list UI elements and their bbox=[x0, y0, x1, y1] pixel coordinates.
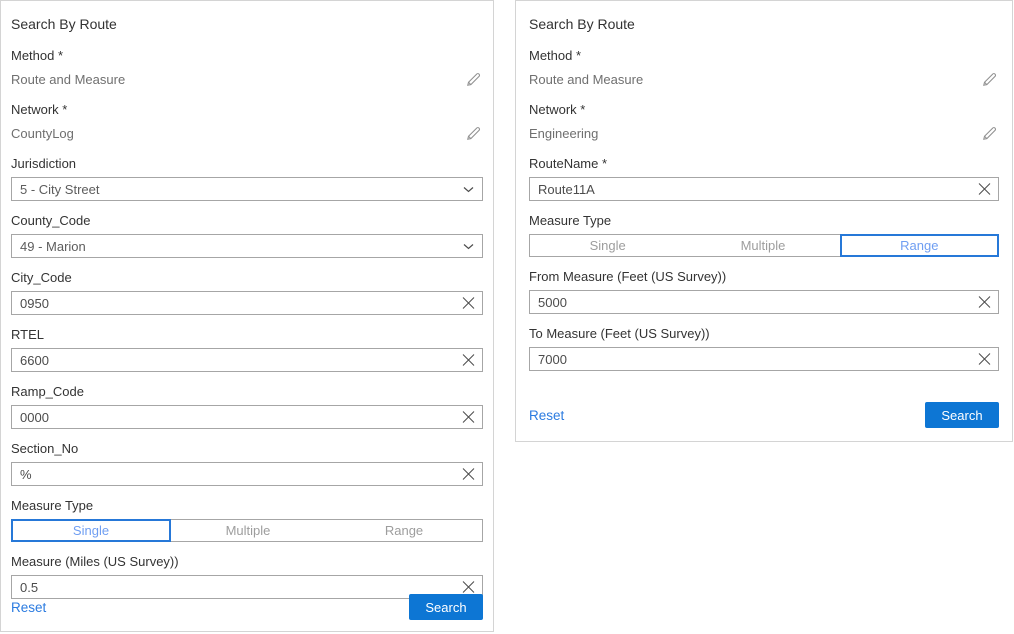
ramp-code-input[interactable] bbox=[11, 405, 483, 429]
route-name-label: RouteName * bbox=[529, 156, 999, 172]
edit-network-button[interactable] bbox=[463, 123, 483, 143]
panel-title: Search By Route bbox=[529, 15, 999, 33]
search-by-route-panel-right: Search By Route Method * Route and Measu… bbox=[515, 0, 1013, 442]
measure-type-option-range[interactable]: Range bbox=[840, 234, 999, 257]
panel-title: Search By Route bbox=[11, 15, 483, 33]
method-value: Route and Measure bbox=[529, 72, 643, 87]
network-value: CountyLog bbox=[11, 126, 74, 141]
network-group: Network * CountyLog bbox=[11, 102, 483, 143]
pencil-icon bbox=[981, 71, 998, 88]
clear-icon[interactable] bbox=[977, 295, 992, 310]
measure-type-segmented: Single Multiple Range bbox=[11, 519, 483, 542]
measure-type-label: Measure Type bbox=[11, 498, 483, 514]
county-code-selected-value: 49 - Marion bbox=[20, 239, 86, 254]
clear-icon[interactable] bbox=[977, 182, 992, 197]
section-no-input[interactable] bbox=[11, 462, 483, 486]
section-no-field: Section_No bbox=[11, 441, 483, 486]
method-group: Method * Route and Measure bbox=[11, 48, 483, 89]
pencil-icon bbox=[981, 125, 998, 142]
edit-network-button[interactable] bbox=[979, 123, 999, 143]
method-group: Method * Route and Measure bbox=[529, 48, 999, 89]
panel-footer: Reset Search bbox=[11, 594, 483, 620]
jurisdiction-select[interactable]: 5 - City Street bbox=[11, 177, 483, 201]
method-label: Method * bbox=[529, 48, 999, 64]
route-name-field: RouteName * bbox=[529, 156, 999, 201]
clear-icon[interactable] bbox=[461, 410, 476, 425]
clear-icon[interactable] bbox=[461, 467, 476, 482]
clear-icon[interactable] bbox=[461, 580, 476, 595]
to-measure-field: To Measure (Feet (US Survey)) bbox=[529, 326, 999, 371]
ramp-code-label: Ramp_Code bbox=[11, 384, 483, 400]
measure-label: Measure (Miles (US Survey)) bbox=[11, 554, 483, 570]
county-code-field: County_Code 49 - Marion bbox=[11, 213, 483, 258]
reset-link[interactable]: Reset bbox=[11, 600, 46, 615]
from-measure-label: From Measure (Feet (US Survey)) bbox=[529, 269, 999, 285]
jurisdiction-selected-value: 5 - City Street bbox=[20, 182, 99, 197]
city-code-label: City_Code bbox=[11, 270, 483, 286]
measure-type-field: Measure Type Single Multiple Range bbox=[11, 498, 483, 542]
measure-type-option-multiple[interactable]: Multiple bbox=[685, 235, 840, 256]
ramp-code-field: Ramp_Code bbox=[11, 384, 483, 429]
county-code-select[interactable]: 49 - Marion bbox=[11, 234, 483, 258]
to-measure-label: To Measure (Feet (US Survey)) bbox=[529, 326, 999, 342]
network-group: Network * Engineering bbox=[529, 102, 999, 143]
from-measure-input[interactable] bbox=[529, 290, 999, 314]
chevron-down-icon bbox=[462, 183, 474, 195]
search-button[interactable]: Search bbox=[409, 594, 483, 620]
rtel-label: RTEL bbox=[11, 327, 483, 343]
city-code-input[interactable] bbox=[11, 291, 483, 315]
clear-icon[interactable] bbox=[461, 353, 476, 368]
city-code-field: City_Code bbox=[11, 270, 483, 315]
from-measure-field: From Measure (Feet (US Survey)) bbox=[529, 269, 999, 314]
network-value: Engineering bbox=[529, 126, 598, 141]
pencil-icon bbox=[465, 125, 482, 142]
method-label: Method * bbox=[11, 48, 483, 64]
clear-icon[interactable] bbox=[977, 352, 992, 367]
county-code-label: County_Code bbox=[11, 213, 483, 229]
measure-type-option-single[interactable]: Single bbox=[11, 519, 171, 542]
edit-method-button[interactable] bbox=[463, 69, 483, 89]
measure-type-field: Measure Type Single Multiple Range bbox=[529, 213, 999, 257]
edit-method-button[interactable] bbox=[979, 69, 999, 89]
measure-type-label: Measure Type bbox=[529, 213, 999, 229]
measure-type-option-multiple[interactable]: Multiple bbox=[170, 520, 326, 541]
jurisdiction-label: Jurisdiction bbox=[11, 156, 483, 172]
network-label: Network * bbox=[11, 102, 483, 118]
measure-type-option-single[interactable]: Single bbox=[530, 235, 685, 256]
measure-type-segmented: Single Multiple Range bbox=[529, 234, 999, 257]
section-no-label: Section_No bbox=[11, 441, 483, 457]
pencil-icon bbox=[465, 71, 482, 88]
rtel-input[interactable] bbox=[11, 348, 483, 372]
method-value: Route and Measure bbox=[11, 72, 125, 87]
route-name-input[interactable] bbox=[529, 177, 999, 201]
search-button[interactable]: Search bbox=[925, 402, 999, 428]
reset-link[interactable]: Reset bbox=[529, 408, 564, 423]
measure-type-option-range[interactable]: Range bbox=[326, 520, 482, 541]
search-by-route-panel-left: Search By Route Method * Route and Measu… bbox=[0, 0, 494, 632]
clear-icon[interactable] bbox=[461, 296, 476, 311]
rtel-field: RTEL bbox=[11, 327, 483, 372]
panel-footer: Reset Search bbox=[529, 402, 999, 428]
jurisdiction-field: Jurisdiction 5 - City Street bbox=[11, 156, 483, 201]
measure-field: Measure (Miles (US Survey)) bbox=[11, 554, 483, 599]
chevron-down-icon bbox=[462, 240, 474, 252]
network-label: Network * bbox=[529, 102, 999, 118]
to-measure-input[interactable] bbox=[529, 347, 999, 371]
